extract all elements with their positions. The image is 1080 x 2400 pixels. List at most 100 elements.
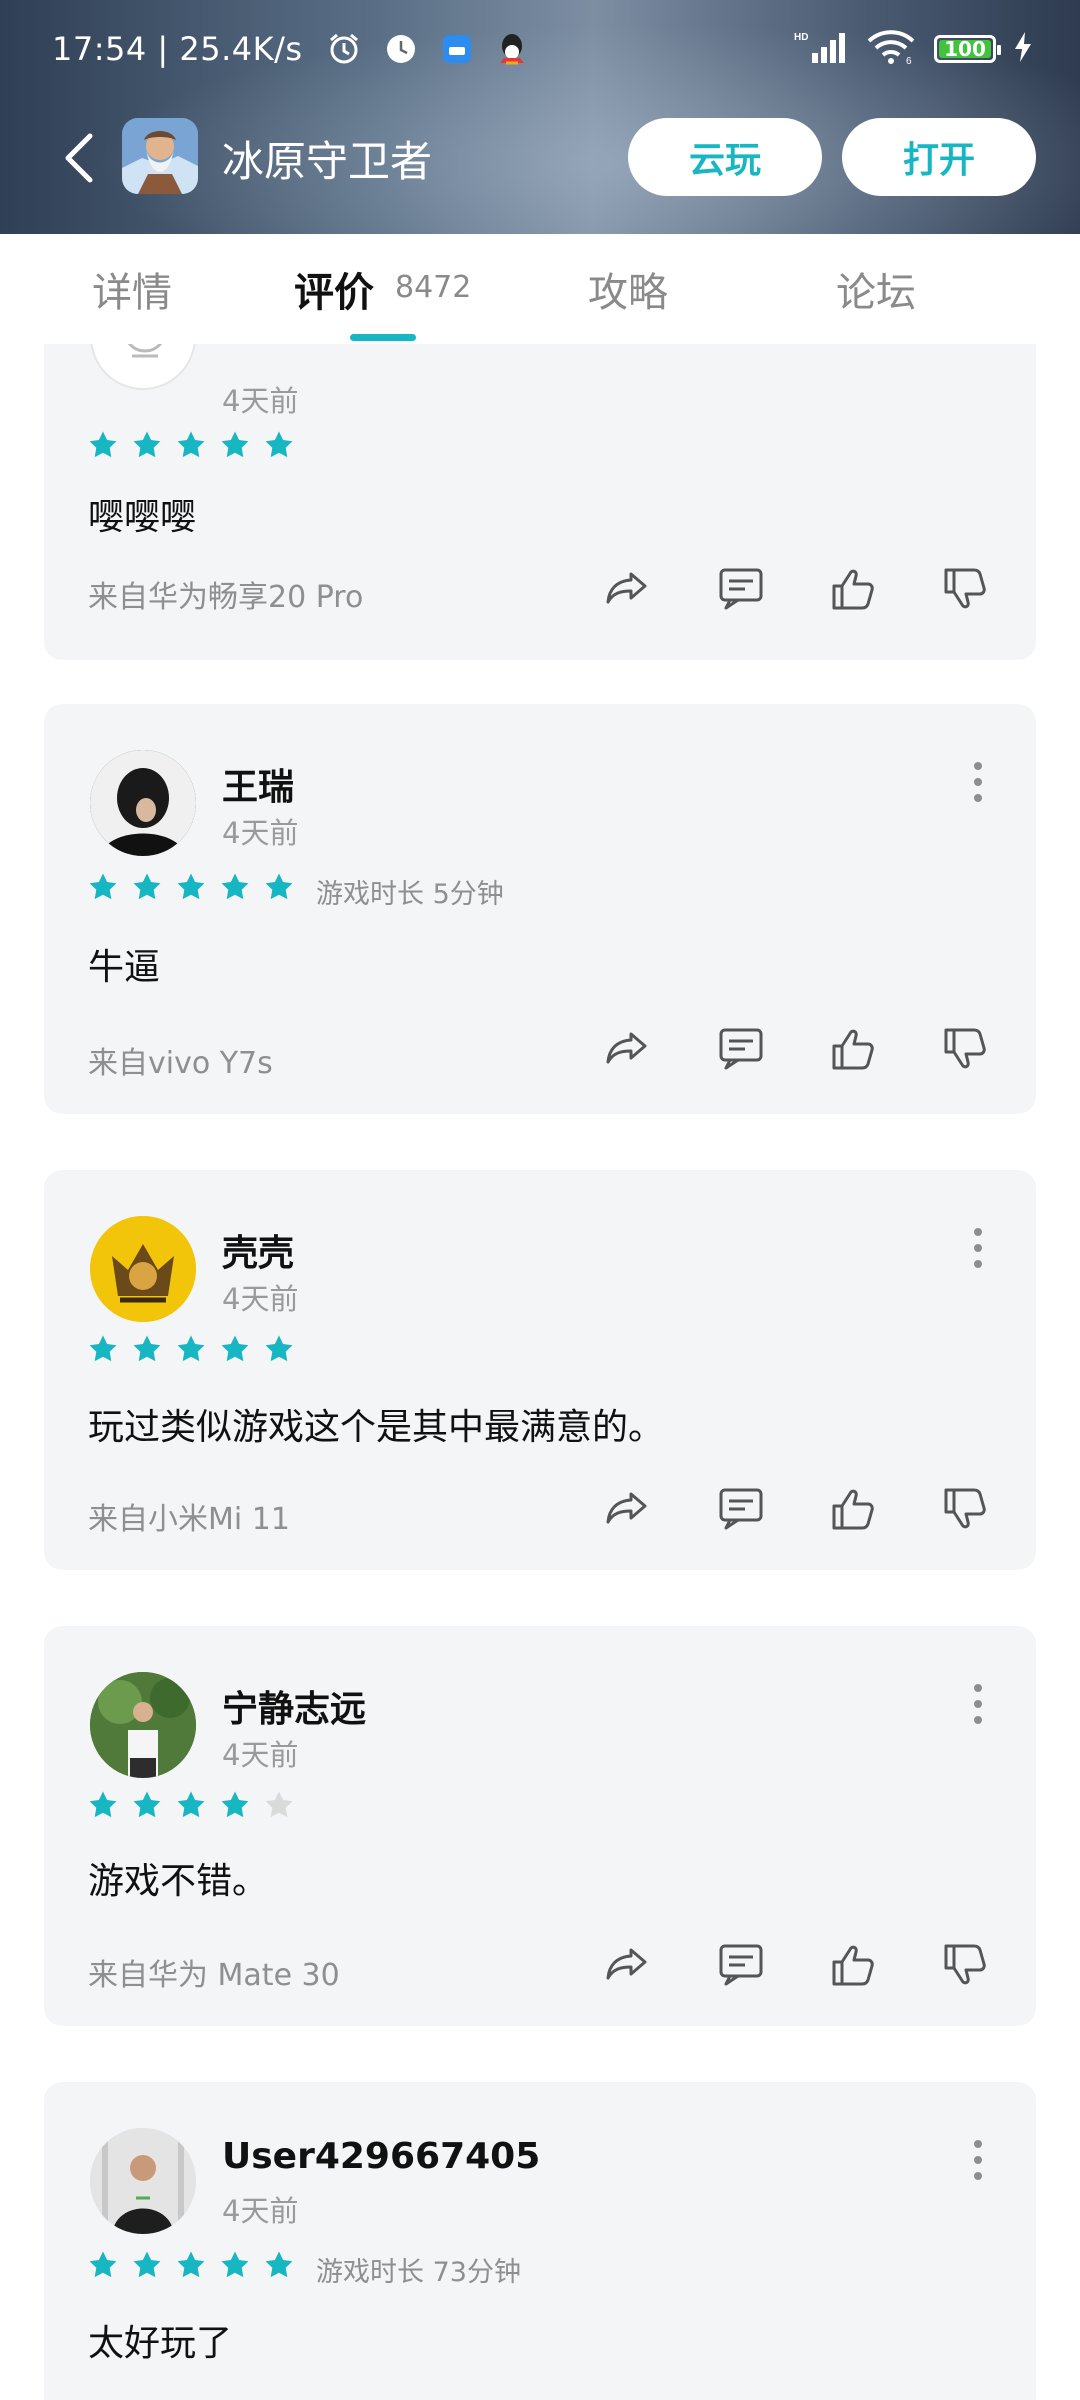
- status-bar-left: 17:54 | 25.4K/s: [52, 24, 527, 74]
- game-app-icon: [122, 118, 198, 194]
- review-text: 牛逼: [88, 947, 161, 988]
- review-username[interactable]: 王瑞: [222, 758, 294, 810]
- comment-button[interactable]: [716, 1940, 766, 1990]
- dislike-button[interactable]: [940, 1940, 990, 1990]
- star-empty-icon: [265, 1791, 293, 1818]
- more-options-button[interactable]: [972, 1228, 984, 1268]
- star-filled-icon: [265, 431, 293, 458]
- rating-stars: [88, 430, 294, 460]
- tab-forum[interactable]: 论坛: [836, 260, 916, 318]
- app-notification-icon: [441, 33, 473, 65]
- thumbs-up-icon: [832, 569, 874, 610]
- dislike-button[interactable]: [940, 1484, 990, 1534]
- comment-button[interactable]: [716, 1484, 766, 1534]
- more-options-button[interactable]: [972, 1684, 984, 1724]
- review-time: 4天前: [222, 384, 299, 418]
- review-device: 来自vivo Y7s: [88, 1046, 273, 1081]
- review-count: 8472: [395, 270, 472, 305]
- status-bar-right: HD 6 100: [792, 24, 1032, 74]
- share-icon: [606, 1948, 647, 1980]
- app-title: 冰原守卫者: [222, 137, 433, 186]
- star-filled-icon: [265, 1335, 293, 1362]
- status-time: 17:54 | 25.4K/s: [52, 30, 303, 68]
- rating-stars: [88, 872, 294, 902]
- app-topbar: 冰原守卫者 云玩 打开: [0, 110, 1080, 206]
- open-button[interactable]: 打开: [842, 118, 1036, 196]
- avatar[interactable]: [90, 344, 196, 390]
- wifi-icon: 6: [866, 29, 916, 69]
- rating-stars: [88, 2250, 294, 2280]
- cloud-play-button[interactable]: 云玩: [628, 118, 822, 196]
- star-filled-icon: [177, 873, 205, 900]
- star-filled-icon: [265, 873, 293, 900]
- share-button[interactable]: [604, 1484, 654, 1534]
- star-filled-icon: [177, 1791, 205, 1818]
- like-button[interactable]: [828, 1024, 878, 1074]
- comment-icon: [719, 1488, 763, 1530]
- share-button[interactable]: [604, 1024, 654, 1074]
- like-button[interactable]: [828, 1940, 878, 1990]
- dislike-button[interactable]: [940, 564, 990, 614]
- avatar[interactable]: [90, 1216, 196, 1322]
- star-filled-icon: [177, 2251, 205, 2278]
- star-filled-icon: [89, 1791, 117, 1818]
- star-filled-icon: [133, 2251, 161, 2278]
- star-filled-icon: [89, 2251, 117, 2278]
- share-icon: [606, 1492, 647, 1524]
- avatar[interactable]: [90, 750, 196, 856]
- tab-reviews[interactable]: 评价: [294, 260, 374, 318]
- review-time: 4天前: [222, 1738, 299, 1772]
- review-time: 4天前: [222, 816, 299, 850]
- back-button[interactable]: [60, 132, 104, 184]
- star-filled-icon: [133, 1791, 161, 1818]
- svg-text:HD: HD: [794, 32, 808, 43]
- comment-icon: [719, 1028, 763, 1070]
- more-options-button[interactable]: [972, 762, 984, 802]
- review-text: 嘤嘤嘤: [88, 497, 197, 538]
- review-username[interactable]: 宁静志远: [222, 1680, 366, 1732]
- review-card: 壳壳 4天前 玩过类似游戏这个是其中最满意的。 来自小米Mi 11: [44, 1170, 1036, 1570]
- like-button[interactable]: [828, 564, 878, 614]
- svg-text:6: 6: [906, 56, 912, 65]
- review-actions: [604, 1940, 990, 1990]
- review-time: 4天前: [222, 1282, 299, 1316]
- active-tab-indicator: [350, 334, 416, 341]
- like-button[interactable]: [828, 1484, 878, 1534]
- avatar[interactable]: [90, 2128, 196, 2234]
- star-filled-icon: [133, 1335, 161, 1362]
- comment-icon: [719, 1944, 763, 1986]
- comment-button[interactable]: [716, 1024, 766, 1074]
- rating-stars: [88, 1334, 294, 1364]
- app-header: 17:54 | 25.4K/s HD 6 100 冰原守卫者 云玩 打开: [0, 0, 1080, 234]
- star-filled-icon: [221, 1791, 249, 1818]
- review-card: 宁静志远 4天前 游戏不错。 来自华为 Mate 30: [44, 1626, 1036, 2026]
- battery-indicator: 100: [934, 35, 1001, 63]
- review-text: 太好玩了: [88, 2323, 233, 2364]
- review-device: 来自小米Mi 11: [88, 1502, 290, 1537]
- review-device: 来自华为畅享20 Pro: [88, 580, 364, 615]
- share-button[interactable]: [604, 564, 654, 614]
- star-filled-icon: [133, 431, 161, 458]
- review-text: 玩过类似游戏这个是其中最满意的。: [88, 1407, 665, 1448]
- review-device: 来自华为 Mate 30: [88, 1958, 340, 1993]
- star-filled-icon: [221, 2251, 249, 2278]
- tab-details[interactable]: 详情: [92, 260, 172, 318]
- thumbs-up-icon: [832, 1029, 874, 1070]
- review-username[interactable]: User429667405: [222, 2136, 540, 2177]
- review-username[interactable]: 壳壳: [222, 1224, 294, 1276]
- review-card: 王瑞 4天前 游戏时长 5分钟 牛逼 来自vivo Y7s: [44, 704, 1036, 1114]
- dislike-button[interactable]: [940, 1024, 990, 1074]
- avatar[interactable]: [90, 1672, 196, 1778]
- tab-guides[interactable]: 攻略: [588, 260, 668, 318]
- battery-level: 100: [944, 37, 986, 61]
- review-text: 游戏不错。: [88, 1861, 269, 1902]
- share-icon: [606, 1032, 647, 1064]
- comment-button[interactable]: [716, 564, 766, 614]
- review-list[interactable]: 4天前 嘤嘤嘤 来自华为畅享20 Pro 王瑞 4天前 游戏时长 5分钟 牛逼 …: [0, 344, 1080, 2400]
- share-icon: [606, 572, 647, 604]
- more-options-button[interactable]: [972, 2140, 984, 2180]
- rating-stars: [88, 1790, 294, 1820]
- share-button[interactable]: [604, 1940, 654, 1990]
- thumbs-up-icon: [832, 1489, 874, 1530]
- star-filled-icon: [177, 431, 205, 458]
